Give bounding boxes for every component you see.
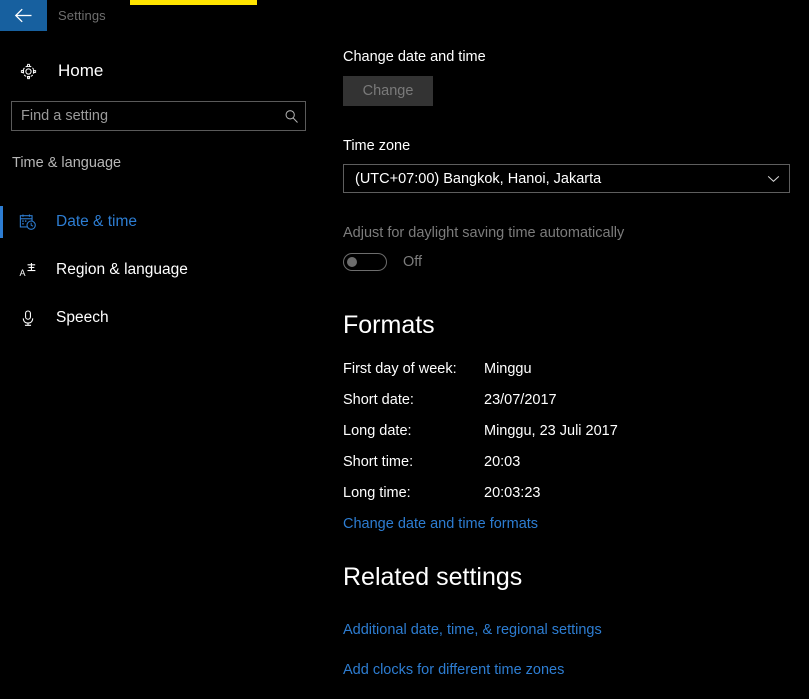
format-label: Long date:: [343, 423, 412, 439]
sidebar-item-region-language[interactable]: A Region & language: [0, 246, 330, 294]
format-value: Minggu, 23 Juli 2017: [484, 423, 618, 439]
format-label: Short time:: [343, 454, 414, 470]
language-icon: A: [12, 261, 44, 279]
svg-text:A: A: [19, 268, 25, 278]
change-date-time-label: Change date and time: [343, 49, 486, 65]
search-box[interactable]: [11, 101, 306, 131]
format-value: 20:03: [484, 454, 521, 470]
toggle-knob: [347, 257, 357, 267]
format-value: 23/07/2017: [484, 392, 557, 408]
time-zone-select[interactable]: (UTC+07:00) Bangkok, Hanoi, Jakarta: [343, 164, 790, 193]
selection-accent-bar: [0, 206, 3, 238]
sidebar-item-date-time-label: Date & time: [56, 213, 137, 230]
gear-icon: [12, 63, 44, 80]
formats-list: First day of week: Minggu Short date: 23…: [343, 361, 783, 516]
sidebar-item-region-language-label: Region & language: [56, 261, 188, 278]
format-value: Minggu: [484, 361, 532, 377]
calendar-clock-icon: [12, 213, 44, 231]
time-zone-value: (UTC+07:00) Bangkok, Hanoi, Jakarta: [355, 170, 602, 187]
format-label: First day of week:: [343, 361, 457, 377]
daylight-saving-label: Adjust for daylight saving time automati…: [343, 225, 625, 241]
main-content: Change date and time Change Time zone (U…: [343, 0, 809, 699]
related-settings-title: Related settings: [343, 563, 523, 591]
time-zone-label: Time zone: [343, 138, 411, 154]
selection-accent-bar: [0, 302, 3, 334]
daylight-saving-state: Off: [403, 254, 423, 270]
sidebar-item-speech-label: Speech: [56, 309, 109, 326]
add-clocks-link[interactable]: Add clocks for different time zones: [343, 662, 564, 678]
format-value: 20:03:23: [484, 485, 541, 501]
search-input[interactable]: [12, 108, 277, 124]
sidebar-item-date-time[interactable]: Date & time: [0, 198, 330, 246]
sidebar-category-label: Time & language: [12, 155, 122, 171]
sidebar-item-home-label: Home: [58, 61, 104, 80]
selection-accent-bar: [0, 254, 3, 286]
format-row: Long time: 20:03:23: [343, 485, 783, 516]
format-row: Short time: 20:03: [343, 454, 783, 485]
sidebar-item-home[interactable]: Home: [0, 55, 103, 87]
sidebar-item-speech[interactable]: Speech: [0, 294, 330, 342]
format-row: First day of week: Minggu: [343, 361, 783, 392]
back-button[interactable]: [0, 0, 47, 31]
format-row: Short date: 23/07/2017: [343, 392, 783, 423]
microphone-icon: [12, 309, 44, 327]
search-icon[interactable]: [277, 109, 305, 124]
additional-date-time-regional-settings-link[interactable]: Additional date, time, & regional settin…: [343, 622, 602, 638]
back-arrow-icon: [14, 8, 33, 23]
chevron-down-icon[interactable]: [757, 175, 789, 183]
format-row: Long date: Minggu, 23 Juli 2017: [343, 423, 783, 454]
formats-section-title: Formats: [343, 311, 435, 339]
sidebar-nav-list: Date & time A Region & language Speech: [0, 198, 330, 342]
sidebar: Home Time & language: [0, 31, 330, 699]
format-label: Short date:: [343, 392, 414, 408]
daylight-saving-toggle-row: Off: [343, 253, 422, 271]
format-label: Long time:: [343, 485, 411, 501]
window-title: Settings: [58, 8, 106, 23]
top-accent-bar: [130, 0, 257, 5]
daylight-saving-toggle[interactable]: [343, 253, 387, 271]
change-button[interactable]: Change: [343, 76, 433, 106]
change-date-time-formats-link[interactable]: Change date and time formats: [343, 516, 538, 532]
